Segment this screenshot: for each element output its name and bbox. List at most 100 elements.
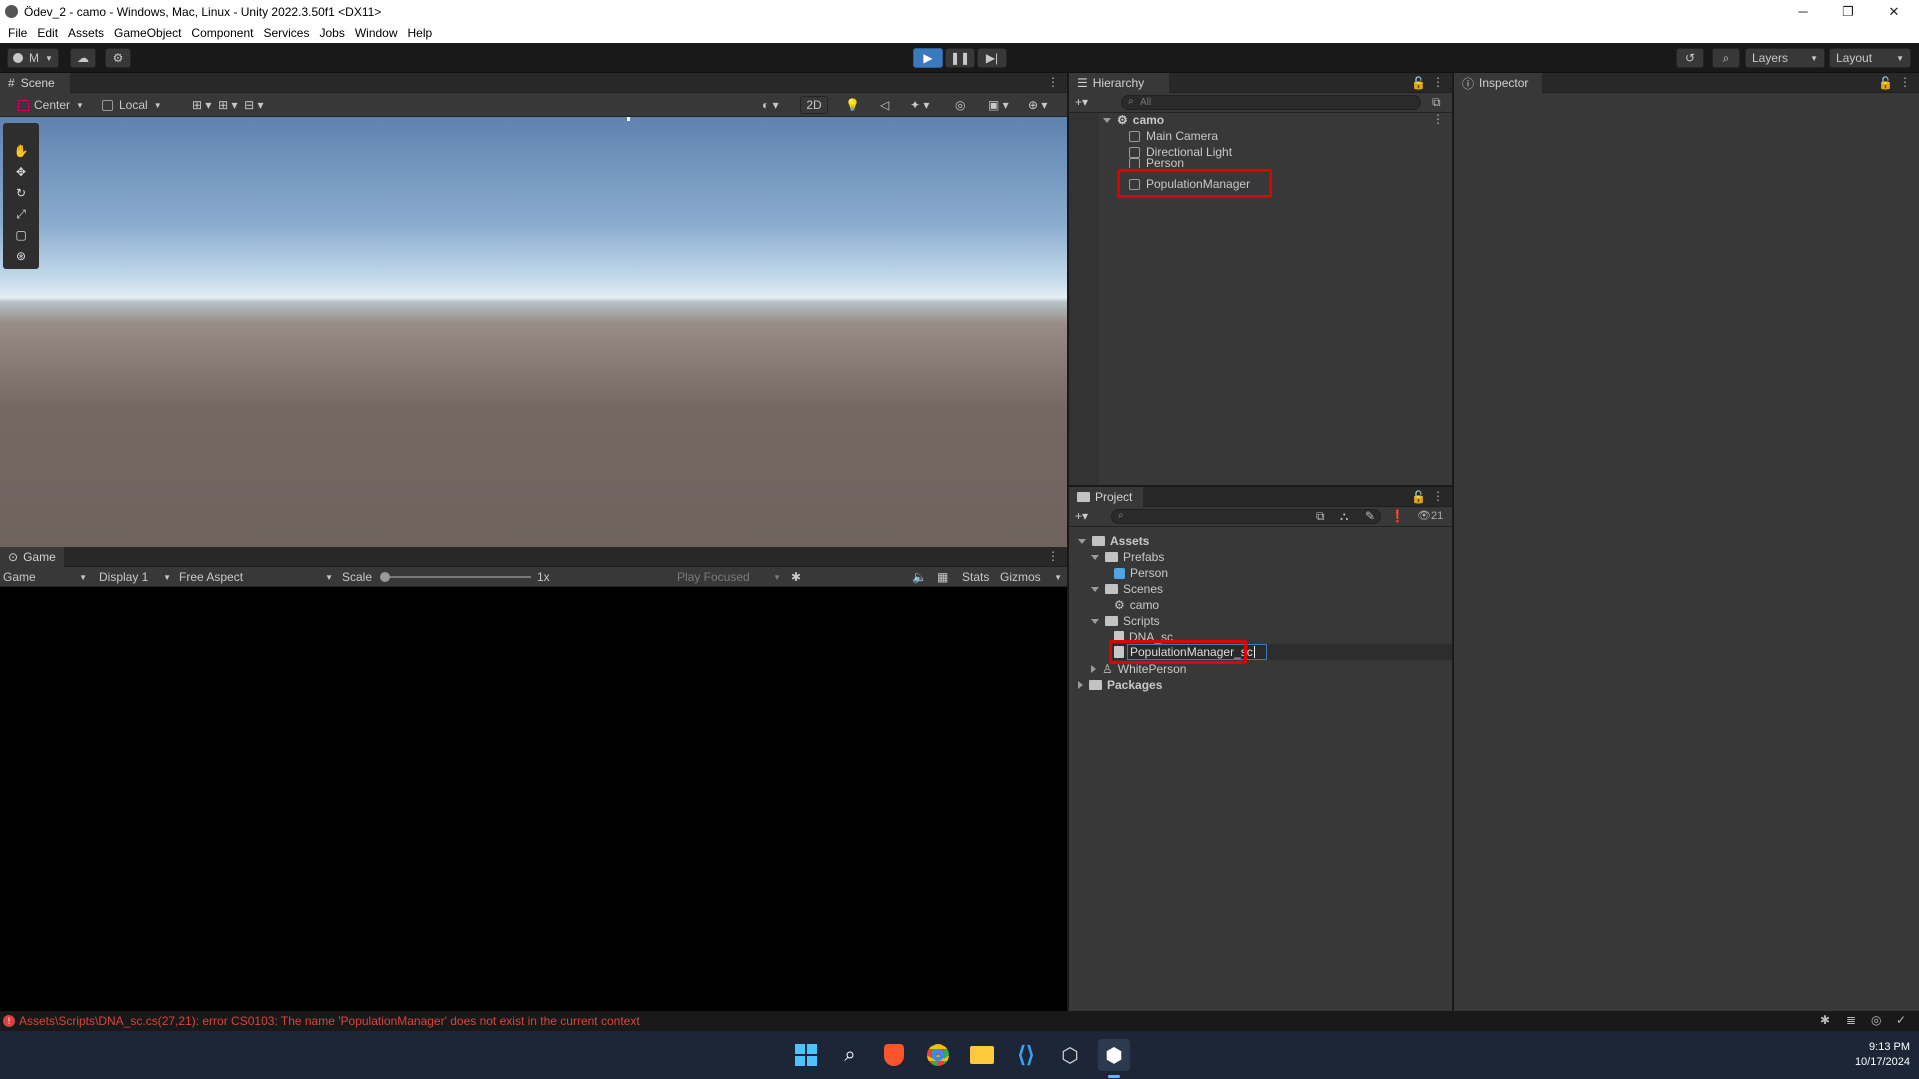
game-gizmos-dropdown[interactable]: Gizmos ▼ bbox=[1000, 568, 1062, 586]
vscode-icon[interactable]: ⟨⟩ bbox=[1010, 1039, 1042, 1071]
packages-folder-row[interactable]: Packages bbox=[1078, 677, 1162, 693]
rotate-tool-icon[interactable]: ↻ bbox=[6, 183, 36, 203]
scene-visibility-icon[interactable]: ⧉ bbox=[1432, 95, 1441, 110]
project-menu-icon[interactable]: ⋮ bbox=[1432, 489, 1444, 503]
hidden-objects-toggle[interactable]: ◎ bbox=[955, 96, 965, 114]
tab-project[interactable]: Project bbox=[1069, 487, 1143, 507]
scripts-folder-row[interactable]: Scripts bbox=[1091, 613, 1160, 629]
inspector-menu-icon[interactable]: ⋮ bbox=[1899, 75, 1911, 89]
hierarchy-item-person[interactable]: Person bbox=[1129, 158, 1184, 168]
search-icon[interactable]: ⌕ bbox=[834, 1039, 866, 1071]
tab-inspector[interactable]: ⓘ Inspector bbox=[1454, 73, 1542, 93]
bug-icon[interactable]: ✱ bbox=[791, 568, 801, 586]
checkmark-icon[interactable]: ✓ bbox=[1896, 1013, 1906, 1027]
tab-game[interactable]: ⊙ Game bbox=[0, 547, 64, 567]
draw-mode-dropdown[interactable]: ◐ ▾ bbox=[762, 96, 779, 114]
minimize-button[interactable]: ─ bbox=[1781, 0, 1825, 23]
scene-row[interactable]: ⚙ camo bbox=[1103, 112, 1164, 128]
menu-help[interactable]: Help bbox=[408, 26, 433, 40]
game-view-dropdown[interactable]: Game ▼ bbox=[3, 568, 87, 586]
cube-icon bbox=[1129, 146, 1140, 158]
filter-icon[interactable]: ⛬ bbox=[1340, 509, 1348, 524]
keyboard-icon[interactable]: ▦ bbox=[937, 568, 948, 586]
mute-audio-icon[interactable]: 🔈 bbox=[912, 568, 927, 586]
collab-button[interactable]: ⚙ bbox=[105, 48, 131, 68]
menu-jobs[interactable]: Jobs bbox=[319, 26, 344, 40]
stack-icon[interactable]: ≣ bbox=[1846, 1013, 1856, 1027]
grid-snap-dropdown[interactable]: ⊞ ▾ ⊞ ▾ ⊟ ▾ bbox=[192, 96, 264, 114]
system-clock[interactable]: 9:13 PM 10/17/2024 bbox=[1820, 1040, 1910, 1070]
prefabs-folder-row[interactable]: Prefabs bbox=[1091, 549, 1164, 565]
hierarchy-search-input[interactable]: ⌕ All bbox=[1121, 95, 1421, 110]
gizmos-dropdown[interactable]: ⊕ ▾ bbox=[1028, 96, 1047, 114]
scenes-folder-row[interactable]: Scenes bbox=[1091, 581, 1163, 597]
hierarchy-menu-icon[interactable]: ⋮ bbox=[1432, 75, 1444, 89]
restore-button[interactable]: ❐ bbox=[1826, 0, 1870, 23]
lock-icon[interactable]: 🔓 bbox=[1411, 490, 1426, 504]
scale-slider-track[interactable] bbox=[383, 576, 531, 578]
layers-dropdown[interactable]: Layers ▼ bbox=[1745, 48, 1825, 68]
step-button[interactable]: ▶| bbox=[977, 48, 1007, 68]
tab-scene[interactable]: # Scene bbox=[0, 73, 70, 93]
menu-file[interactable]: File bbox=[8, 26, 27, 40]
scene-row-menu-icon[interactable]: ⋮ bbox=[1432, 112, 1444, 126]
search-button[interactable]: ⌕ bbox=[1712, 48, 1740, 68]
toggle-2d-button[interactable]: 2D bbox=[800, 96, 828, 114]
cloud-button[interactable]: ☁ bbox=[70, 48, 96, 68]
menu-services[interactable]: Services bbox=[263, 26, 309, 40]
camera-dropdown[interactable]: ▣ ▾ bbox=[988, 96, 1009, 114]
history-button[interactable]: ↺ bbox=[1676, 48, 1704, 68]
menu-component[interactable]: Component bbox=[191, 26, 253, 40]
play-button[interactable]: ▶ bbox=[913, 48, 943, 68]
scale-slider-handle[interactable] bbox=[380, 572, 390, 582]
effects-dropdown[interactable]: ✦ ▾ bbox=[910, 96, 929, 114]
stats-button[interactable]: Stats bbox=[962, 568, 989, 586]
prefab-person-row[interactable]: Person bbox=[1114, 565, 1168, 581]
hierarchy-item-main-camera[interactable]: Main Camera bbox=[1129, 128, 1218, 144]
play-focused-dropdown[interactable]: Play Focused ▼ bbox=[677, 568, 781, 586]
console-error-message[interactable]: Assets\Scripts\DNA_sc.cs(27,21): error C… bbox=[19, 1014, 640, 1028]
windows-start-icon[interactable] bbox=[790, 1039, 822, 1071]
rect-tool-icon[interactable]: ▢ bbox=[6, 225, 36, 245]
unity-hub-icon[interactable]: ⬡ bbox=[1054, 1039, 1086, 1071]
brave-browser-icon[interactable] bbox=[878, 1039, 910, 1071]
scale-tool-icon[interactable]: ⤢ bbox=[6, 204, 36, 224]
menu-window[interactable]: Window bbox=[355, 26, 398, 40]
add-icon[interactable]: +▾ bbox=[1075, 95, 1088, 109]
transform-tool-icon[interactable]: ⊛ bbox=[6, 246, 36, 266]
scene-camo-row[interactable]: ⚙ camo bbox=[1114, 597, 1159, 613]
tab-hierarchy[interactable]: ☰ Hierarchy bbox=[1069, 73, 1169, 93]
pause-button[interactable]: ❚❚ bbox=[945, 48, 975, 68]
hand-tool-icon[interactable]: ✋ bbox=[6, 141, 36, 161]
audio-toggle[interactable]: ◁ bbox=[880, 96, 889, 114]
layout-dropdown[interactable]: Layout ▼ bbox=[1829, 48, 1911, 68]
close-button[interactable]: ✕ bbox=[1872, 0, 1916, 23]
menu-assets[interactable]: Assets bbox=[68, 26, 104, 40]
aspect-dropdown[interactable]: Free Aspect ▼ bbox=[179, 568, 333, 586]
add-icon[interactable]: +▾ bbox=[1075, 509, 1088, 523]
move-tool-icon[interactable]: ✥ bbox=[6, 162, 36, 182]
game-menu-icon[interactable]: ⋮ bbox=[1047, 549, 1059, 563]
search-by-type-icon[interactable]: ⧉ bbox=[1316, 509, 1325, 524]
label-icon[interactable]: ✎ bbox=[1365, 509, 1375, 523]
scene-menu-icon[interactable]: ⋮ bbox=[1047, 75, 1059, 89]
assets-folder-row[interactable]: Assets bbox=[1078, 533, 1149, 549]
lock-icon[interactable]: 🔓 bbox=[1878, 76, 1893, 90]
account-dropdown[interactable]: M ▼ bbox=[7, 48, 59, 68]
file-explorer-icon[interactable] bbox=[966, 1039, 998, 1071]
lighting-toggle[interactable]: 💡 bbox=[845, 96, 860, 114]
warning-icon[interactable]: ❗ bbox=[1390, 509, 1405, 523]
scene-viewport[interactable]: ✋ ✥ ↻ ⤢ ▢ ⊛ bbox=[0, 117, 1067, 547]
menu-gameobject[interactable]: GameObject bbox=[114, 26, 181, 40]
game-viewport[interactable] bbox=[0, 587, 1067, 1011]
display-dropdown[interactable]: Display 1 ▼ bbox=[99, 568, 171, 586]
cache-icon[interactable]: ◎ bbox=[1871, 1013, 1881, 1027]
white-person-row[interactable]: ♙ WhitePerson bbox=[1091, 661, 1186, 677]
debug-icon[interactable]: ✱ bbox=[1820, 1013, 1830, 1027]
unity-editor-icon[interactable]: ⬢ bbox=[1098, 1039, 1130, 1071]
chrome-icon[interactable] bbox=[922, 1039, 954, 1071]
pivot-dropdown[interactable]: Center ▼ bbox=[18, 96, 84, 114]
menu-edit[interactable]: Edit bbox=[37, 26, 58, 40]
lock-icon[interactable]: 🔓 bbox=[1411, 76, 1426, 90]
space-dropdown[interactable]: Local ▼ bbox=[102, 96, 162, 114]
